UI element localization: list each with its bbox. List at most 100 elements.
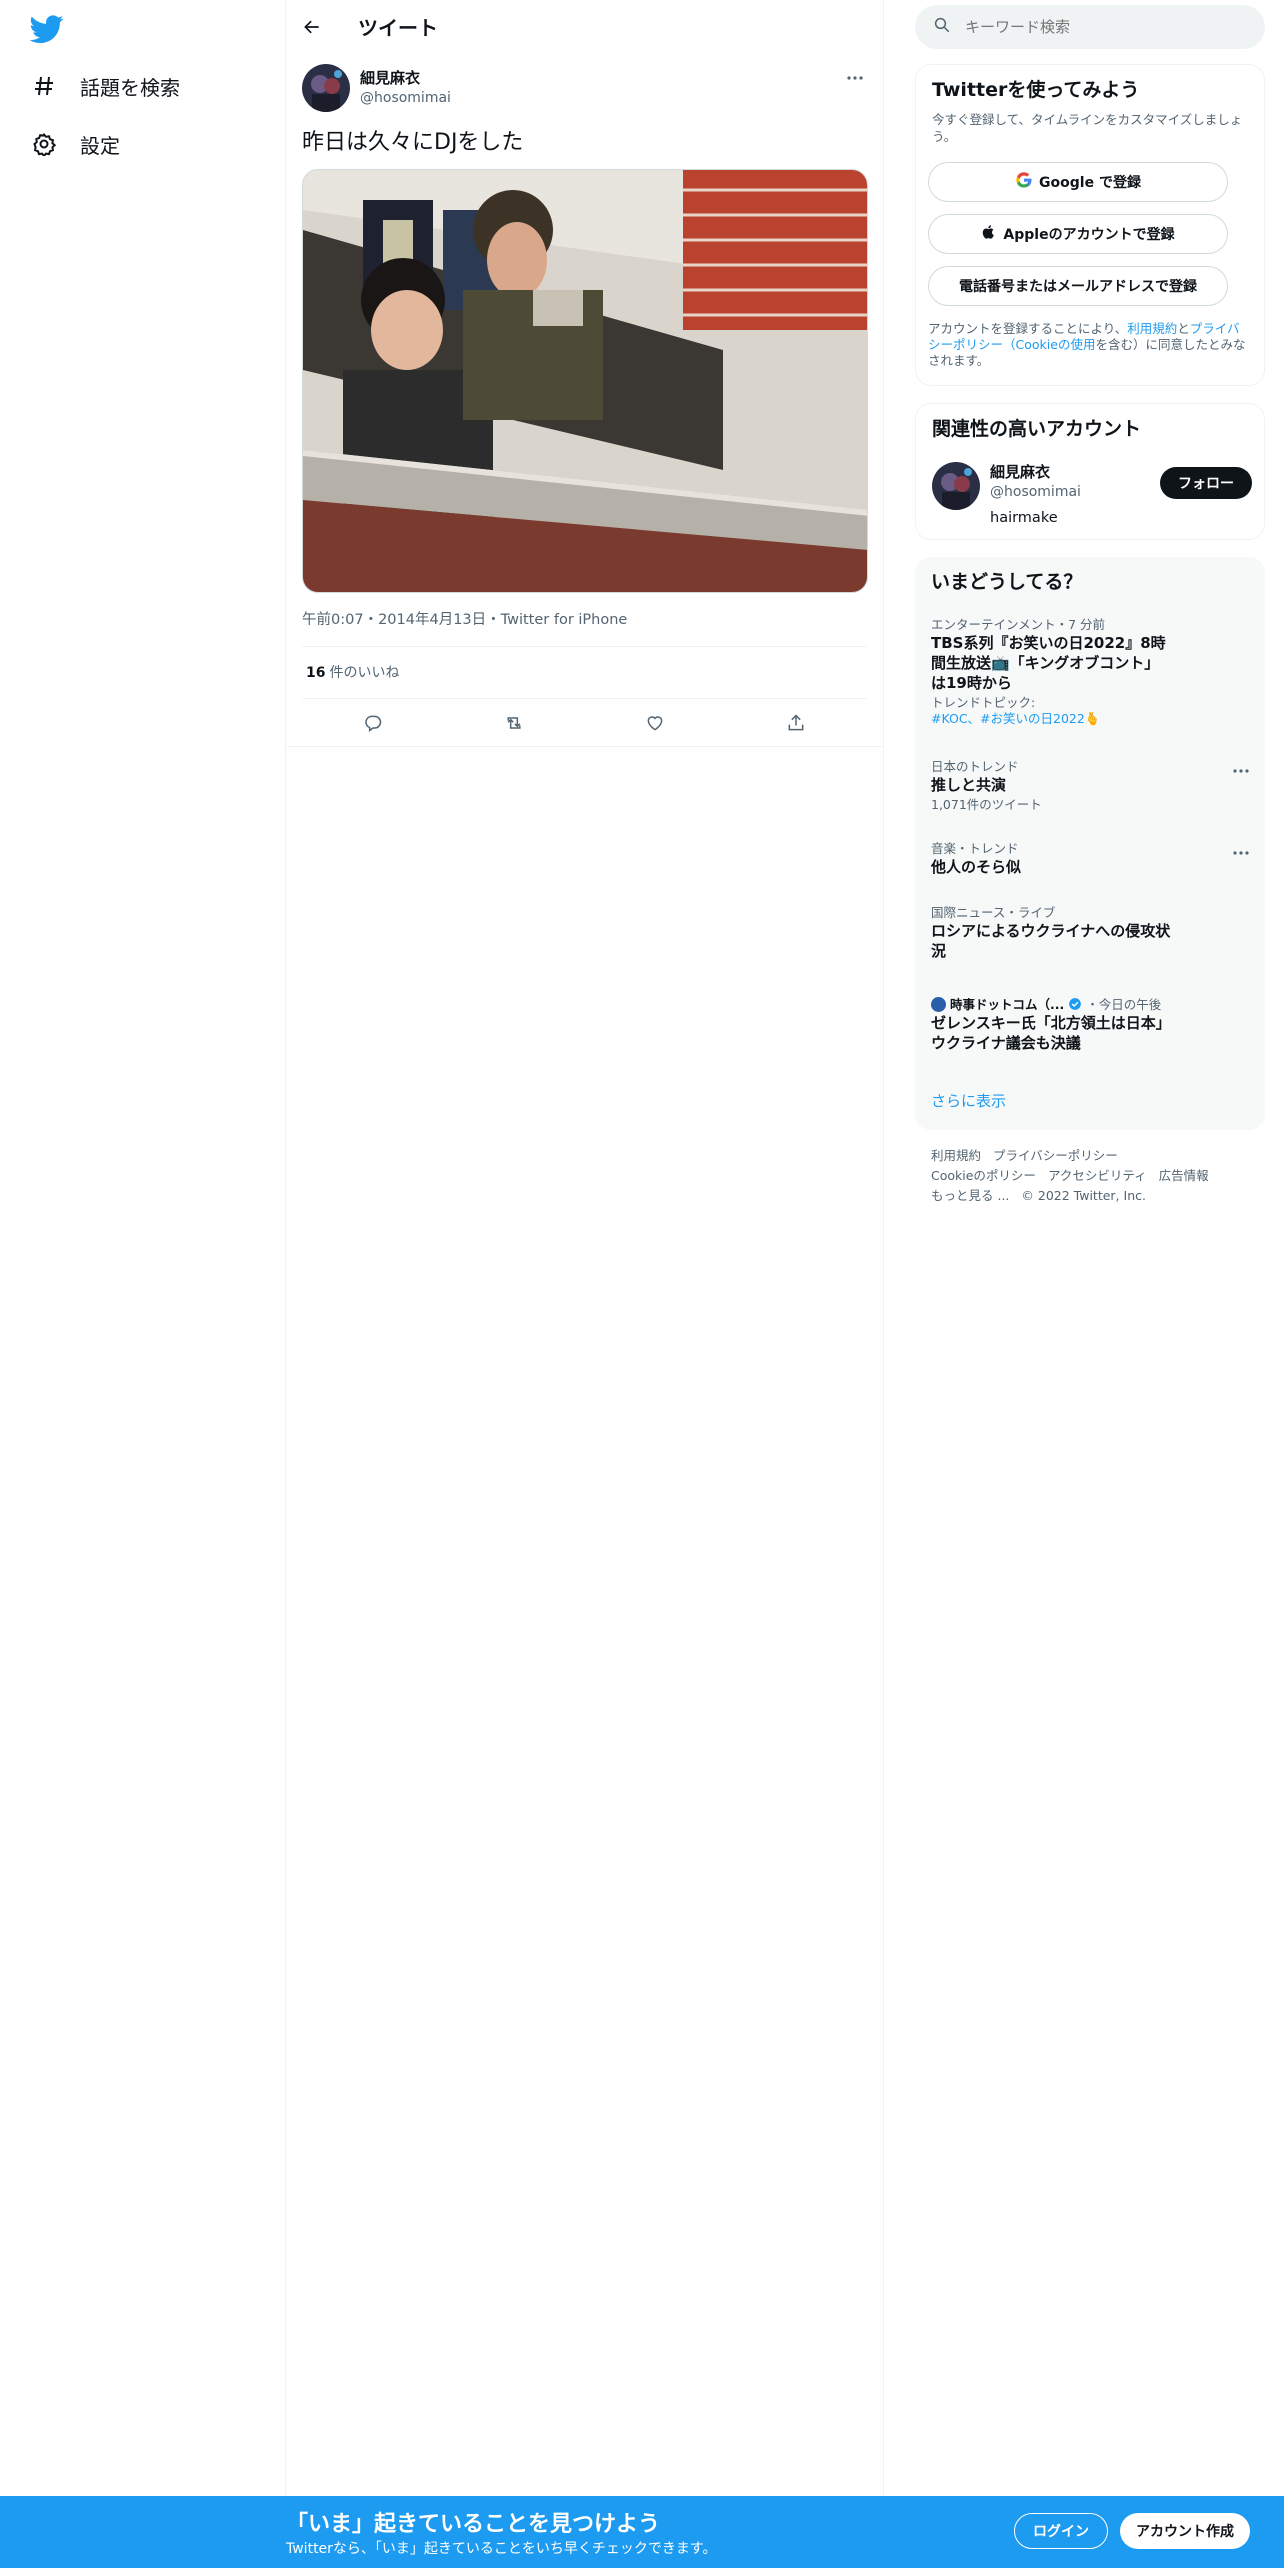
terms-text: （ <box>1003 337 1016 352</box>
divider <box>286 746 883 747</box>
search-icon <box>933 16 951 38</box>
reply-icon[interactable] <box>353 703 393 743</box>
tweet-date[interactable]: 2014年4月13日 <box>378 612 486 628</box>
retweet-icon[interactable] <box>494 703 534 743</box>
tweet-time[interactable]: 午前0:07 <box>302 612 364 628</box>
cookie-link[interactable]: Cookieの使用 <box>1016 337 1096 352</box>
related-title: 関連性の高いアカウント <box>932 418 1142 440</box>
trend-title: 他人のそら似 <box>931 858 1022 876</box>
trend-title: TBS系列『お笑いの日2022』8時間生放送📺「キングオブコント」は19時から <box>931 634 1166 692</box>
terms-text: と <box>1177 321 1190 336</box>
trends-title: いまどうしてる？ <box>931 571 1083 593</box>
signup-subtitle: 今すぐ登録して、タイムラインをカスタマイズしましょう。 <box>932 112 1243 144</box>
follow-button[interactable]: フォロー <box>1160 467 1252 499</box>
google-signup-button[interactable]: Google で登録 <box>928 162 1228 202</box>
signup-title: Twitterを使ってみよう <box>932 79 1140 101</box>
trend-title: ロシアによるウクライナへの侵攻状況 <box>931 922 1171 960</box>
tweet-source[interactable]: Twitter for iPhone <box>501 612 628 628</box>
like-heart-icon[interactable] <box>635 703 675 743</box>
main-column: ツイート 細見麻衣 @hosomimai 昨日は久々にDJをした 午前0:07・… <box>286 0 884 2496</box>
apple-signup-button[interactable]: Appleのアカウントで登録 <box>928 214 1228 254</box>
footer-link[interactable]: プライバシーポリシー <box>993 1148 1118 1163</box>
tweet-author[interactable]: 細見麻衣 @hosomimai <box>302 64 451 112</box>
share-icon[interactable] <box>776 703 816 743</box>
copyright: © 2022 Twitter, Inc. <box>1021 1188 1146 1203</box>
footer-link[interactable]: もっと見る ... <box>931 1188 1009 1203</box>
trend-subtitle: 1,071件のツイート <box>931 797 1042 812</box>
page-title: ツイート <box>358 16 438 40</box>
trend-title: 推しと共演 <box>931 776 1007 794</box>
related-bio: hairmake <box>990 510 1058 526</box>
author-name[interactable]: 細見麻衣 <box>360 68 451 88</box>
author-handle[interactable]: @hosomimai <box>360 88 451 108</box>
signup-banner: 「いま」起きていることを見つけよう Twitterなら、「いま」起きていることを… <box>0 2496 1284 2568</box>
trend-item[interactable]: 日本のトレンド 推しと共演 1,071件のツイート <box>931 759 1231 813</box>
gear-icon <box>30 130 58 158</box>
related-account[interactable]: 細見麻衣 @hosomimai hairmake <box>932 462 1081 528</box>
terms-text: アカウントを登録することにより、 <box>928 321 1128 336</box>
back-arrow-icon[interactable] <box>302 15 326 39</box>
footer-link[interactable]: 広告情報 <box>1159 1168 1209 1183</box>
verified-badge-icon <box>1068 997 1086 1012</box>
related-handle[interactable]: @hosomimai <box>990 482 1081 502</box>
footer-link[interactable]: Cookieのポリシー <box>931 1168 1036 1183</box>
more-options-icon[interactable] <box>1229 843 1253 863</box>
likes-number: 16 <box>306 665 326 681</box>
sidebar-item-label: 設定 <box>80 133 120 158</box>
trend-context: 国際ニュース・ライブ <box>931 905 1056 920</box>
footer: 利用規約 プライバシーポリシー Cookieのポリシー アクセシビリティ 広告情報 も… <box>931 1146 1261 1206</box>
sidebar-item-explore[interactable]: 話題を検索 <box>30 66 180 106</box>
signup-terms: アカウントを登録することにより、利用規約とプライバシーポリシー（Cookieの使… <box>928 321 1248 369</box>
tweet-text: 昨日は久々にDJをした <box>302 130 524 155</box>
trend-item[interactable]: エンターテインメント・7 分前 TBS系列『お笑いの日2022』8時間生放送📺「… <box>931 617 1231 727</box>
trend-tags[interactable]: #KOC、#お笑いの日2022🫰 <box>931 711 1231 727</box>
create-account-button[interactable]: アカウント作成 <box>1120 2513 1250 2549</box>
trends-card: いまどうしてる？ エンターテインメント・7 分前 TBS系列『お笑いの日2022… <box>915 557 1265 1130</box>
trend-item[interactable]: 時事ドットコム（... ・今日の午後 ゼレンスキー氏「北方領土は日本」 ウクライ… <box>931 997 1231 1053</box>
footer-link[interactable]: 利用規約 <box>931 1148 981 1163</box>
sidebar-item-label: 話題を検索 <box>80 75 180 100</box>
trend-item[interactable]: 音楽・トレンド 他人のそら似 <box>931 841 1231 877</box>
likes-count[interactable]: 16 件のいいね <box>306 662 399 682</box>
apple-icon <box>981 224 997 244</box>
tweet-actions <box>302 700 867 746</box>
hashtag-icon <box>30 72 58 100</box>
signup-card: Twitterを使ってみよう 今すぐ登録して、タイムラインをカスタマイズしましょ… <box>915 64 1265 386</box>
trend-title: ゼレンスキー氏「北方領土は日本」 ウクライナ議会も決議 <box>931 1014 1179 1052</box>
twitter-logo-icon[interactable] <box>29 12 68 46</box>
trend-item[interactable]: 国際ニュース・ライブ ロシアによるウクライナへの侵攻状況 <box>931 905 1231 961</box>
google-signup-label: Google で登録 <box>1039 175 1141 191</box>
news-time: ・今日の午後 <box>1086 997 1162 1012</box>
related-accounts-card: 関連性の高いアカウント 細見麻衣 @hosomimai hairmake フォロ… <box>915 403 1265 540</box>
news-avatar-icon <box>931 997 946 1012</box>
apple-signup-label: Appleのアカウントで登録 <box>1003 227 1175 243</box>
avatar[interactable] <box>302 64 350 112</box>
banner-subtitle: Twitterなら、「いま」起きていることをいち早くチェックできます。 <box>286 2541 717 2557</box>
more-options-icon[interactable] <box>1229 761 1253 781</box>
show-more-link[interactable]: さらに表示 <box>931 1090 1006 1111</box>
left-sidebar: 話題を検索 設定 <box>0 0 286 2568</box>
sidebar-item-settings[interactable]: 設定 <box>30 124 120 164</box>
phone-email-signup-button[interactable]: 電話番号またはメールアドレスで登録 <box>928 266 1228 306</box>
trend-context: 音楽・トレンド <box>931 841 1019 856</box>
search-box[interactable] <box>915 5 1265 49</box>
news-source: 時事ドットコム（... <box>949 997 1065 1012</box>
likes-label: 件のいいね <box>329 665 400 681</box>
banner-title: 「いま」起きていることを見つけよう <box>286 2512 661 2537</box>
google-icon <box>1015 171 1033 193</box>
login-button[interactable]: ログイン <box>1014 2513 1108 2549</box>
tweet-meta: 午前0:07・2014年4月13日・Twitter for iPhone <box>302 612 628 628</box>
divider <box>302 698 867 699</box>
tweet-photo[interactable] <box>302 169 868 593</box>
search-input[interactable] <box>965 18 1245 36</box>
trend-subtitle: トレンドトピック: <box>931 695 1036 710</box>
divider <box>302 646 867 647</box>
footer-link[interactable]: アクセシビリティ <box>1048 1168 1147 1183</box>
avatar[interactable] <box>932 462 980 510</box>
trend-context: 時事ドットコム（... ・今日の午後 <box>931 997 1231 1013</box>
trend-context: エンターテインメント・7 分前 <box>931 617 1106 632</box>
more-options-icon[interactable] <box>843 66 867 90</box>
phone-email-signup-label: 電話番号またはメールアドレスで登録 <box>959 279 1197 295</box>
terms-link[interactable]: 利用規約 <box>1127 321 1177 336</box>
related-name[interactable]: 細見麻衣 <box>990 462 1081 482</box>
